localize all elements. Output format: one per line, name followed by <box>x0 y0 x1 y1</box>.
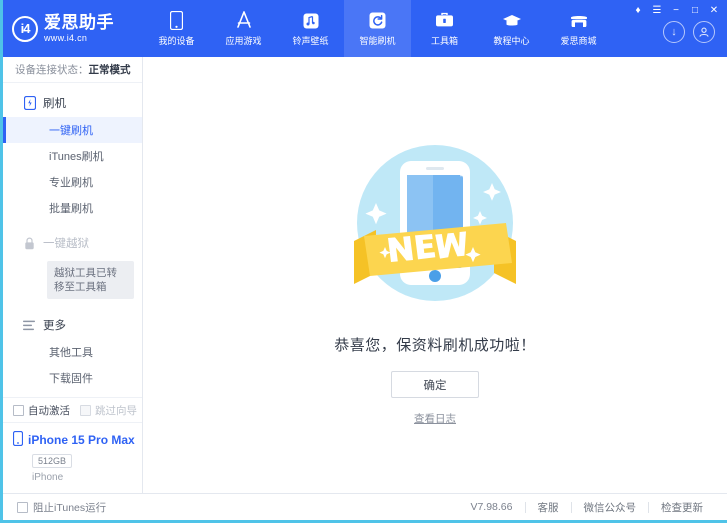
sidebar-item-advanced[interactable]: 高级功能 <box>3 391 142 397</box>
sidebar-item-label: 一键刷机 <box>49 125 93 137</box>
tab-label: 铃声壁纸 <box>292 35 329 46</box>
sidebar-options: 自动激活 跳过向导 <box>3 397 142 422</box>
view-log-link[interactable]: 查看日志 <box>414 411 456 426</box>
sidebar-group-jailbreak: 一键越狱 <box>3 229 142 257</box>
lock-icon <box>23 236 36 250</box>
sidebar-group-label: 刷机 <box>43 98 66 110</box>
phone-flash-icon <box>23 96 36 110</box>
tab-my-device[interactable]: 我的设备 <box>143 0 210 57</box>
sidebar-group-label: 一键越狱 <box>43 238 89 250</box>
main-content: 恭喜您，保资料刷机成功啦！ 确定 查看日志 <box>143 57 727 493</box>
skin-icon[interactable]: ♦ <box>630 4 646 18</box>
auto-activate-checkbox[interactable]: 自动激活 <box>13 403 70 418</box>
logo-url: www.i4.cn <box>44 33 88 43</box>
version-label: V7.98.66 <box>470 501 513 513</box>
sidebar-item-itunes-flash[interactable]: iTunes刷机 <box>3 143 142 169</box>
list-icon <box>23 318 36 332</box>
skip-wizard-checkbox: 跳过向导 <box>80 403 137 418</box>
shop-icon <box>568 11 590 31</box>
checkbox-label: 跳过向导 <box>95 404 137 417</box>
header-round-buttons: ↓ <box>663 21 727 43</box>
tab-label: 教程中心 <box>493 35 530 46</box>
appstore-icon <box>233 11 255 31</box>
sidebar: 设备连接状态： 正常模式 刷机 一键刷机 iTunes刷机 专业刷机 批量刷机 … <box>3 57 143 493</box>
window-controls: ♦ ☰ − □ ✕ <box>630 0 727 18</box>
music-icon <box>300 11 322 31</box>
menu-icon[interactable]: ☰ <box>649 4 665 18</box>
sidebar-item-batch-flash[interactable]: 批量刷机 <box>3 195 142 221</box>
checkbox-box <box>13 404 24 416</box>
checkbox-label: 阻止iTunes运行 <box>33 501 107 514</box>
checkbox-box <box>80 404 91 416</box>
app-logo[interactable]: i4 爱思助手 www.i4.cn <box>3 0 143 57</box>
sidebar-item-label: 专业刷机 <box>49 177 93 189</box>
tab-label: 应用游戏 <box>225 35 262 46</box>
sidebar-item-pro-flash[interactable]: 专业刷机 <box>3 169 142 195</box>
sidebar-nav: 刷机 一键刷机 iTunes刷机 专业刷机 批量刷机 一键越狱 越狱工具已转移至… <box>3 83 142 397</box>
confirm-button[interactable]: 确定 <box>391 371 479 398</box>
sidebar-group-flash[interactable]: 刷机 <box>3 89 142 117</box>
graduation-icon <box>501 11 523 31</box>
app-header: i4 爱思助手 www.i4.cn 我的设备 应用游戏 铃声壁纸 智能刷机 工具… <box>3 0 727 57</box>
sidebar-item-label: 高级功能 <box>49 396 93 397</box>
tab-tutorial-center[interactable]: 教程中心 <box>478 0 545 57</box>
logo-title: 爱思助手 <box>44 13 114 32</box>
tab-store[interactable]: 爱思商城 <box>545 0 612 57</box>
connection-status: 设备连接状态： 正常模式 <box>3 57 142 83</box>
checkbox-box <box>17 501 28 513</box>
sidebar-group-more[interactable]: 更多 <box>3 311 142 339</box>
tab-label: 工具箱 <box>430 35 458 46</box>
download-icon[interactable]: ↓ <box>663 21 685 43</box>
sidebar-item-label: 其他工具 <box>49 347 93 360</box>
new-phone-badge-illustration <box>340 135 530 320</box>
customer-service-link[interactable]: 客服 <box>526 500 571 515</box>
wechat-link[interactable]: 微信公众号 <box>572 500 649 515</box>
refresh-icon <box>367 11 389 31</box>
sidebar-group-label: 更多 <box>43 320 66 333</box>
close-icon[interactable]: ✕ <box>706 4 722 18</box>
connection-status-value: 正常模式 <box>88 64 131 76</box>
tab-label: 智能刷机 <box>359 35 396 46</box>
device-phone-icon <box>12 430 24 449</box>
account-icon[interactable] <box>693 21 715 43</box>
status-bar-links: V7.98.66 客服 微信公众号 检查更新 <box>458 500 715 515</box>
tab-ringtones-wallpaper[interactable]: 铃声壁纸 <box>277 0 344 57</box>
jailbreak-moved-tooltip: 越狱工具已转移至工具箱 <box>47 261 134 300</box>
tab-smart-flash[interactable]: 智能刷机 <box>344 0 411 57</box>
i4-logo-icon: i4 <box>12 15 38 42</box>
sidebar-item-label: 下载固件 <box>49 373 93 386</box>
sidebar-item-other-tools[interactable]: 其他工具 <box>3 339 142 365</box>
app-body: 设备连接状态： 正常模式 刷机 一键刷机 iTunes刷机 专业刷机 批量刷机 … <box>3 57 727 493</box>
phone-icon <box>166 11 188 31</box>
device-capacity-badge: 512GB <box>32 454 73 468</box>
minimize-icon[interactable]: − <box>668 4 684 18</box>
check-update-link[interactable]: 检查更新 <box>649 500 715 515</box>
toolbox-icon <box>434 11 456 31</box>
tab-apps-games[interactable]: 应用游戏 <box>210 0 277 57</box>
block-itunes-checkbox[interactable]: 阻止iTunes运行 <box>17 500 106 515</box>
sidebar-item-label: iTunes刷机 <box>49 151 104 163</box>
connection-status-label: 设备连接状态： <box>15 64 89 76</box>
device-kind: iPhone <box>32 472 64 483</box>
connected-device-panel[interactable]: iPhone 15 Pro Max 512GB iPhone <box>3 422 142 493</box>
device-name: iPhone 15 Pro Max <box>28 433 135 447</box>
sidebar-item-download-firmware[interactable]: 下载固件 <box>3 365 142 391</box>
sidebar-item-label: 批量刷机 <box>49 203 93 215</box>
status-bar: 阻止iTunes运行 V7.98.66 客服 微信公众号 检查更新 <box>3 493 727 520</box>
main-nav-tabs: 我的设备 应用游戏 铃声壁纸 智能刷机 工具箱 教程中心 爱思商城 <box>143 0 612 57</box>
tab-label: 我的设备 <box>158 35 195 46</box>
success-message: 恭喜您，保资料刷机成功啦！ <box>334 337 536 354</box>
sidebar-item-one-click-flash[interactable]: 一键刷机 <box>3 117 142 143</box>
checkbox-label: 自动激活 <box>28 404 70 417</box>
app-window: i4 爱思助手 www.i4.cn 我的设备 应用游戏 铃声壁纸 智能刷机 工具… <box>0 0 727 523</box>
tab-label: 爱思商城 <box>560 35 597 46</box>
tab-toolbox[interactable]: 工具箱 <box>411 0 478 57</box>
maximize-icon[interactable]: □ <box>687 4 703 18</box>
header-right-controls: ♦ ☰ − □ ✕ ↓ <box>630 0 727 57</box>
